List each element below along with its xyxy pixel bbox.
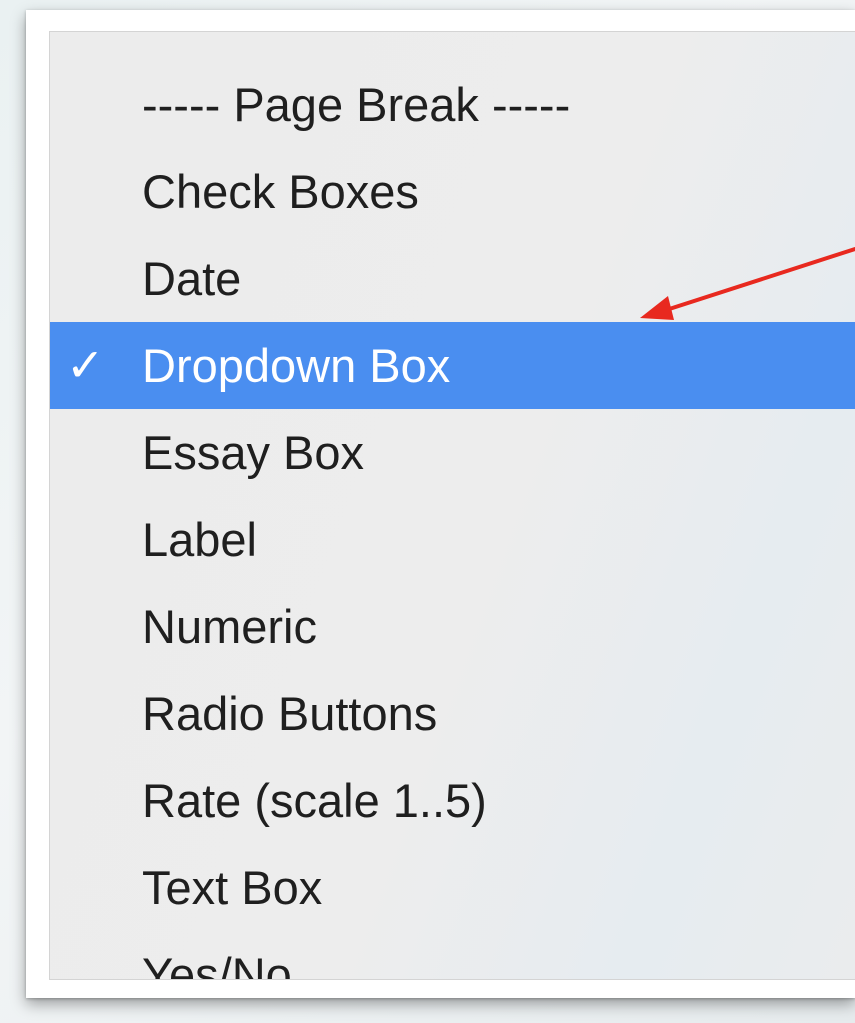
menu-item-label: Rate (scale 1..5) (142, 774, 487, 827)
menu-item-radio-buttons[interactable]: Radio Buttons (50, 670, 855, 757)
dropdown-menu: ----- Page Break ----- Check Boxes Date … (49, 31, 855, 980)
menu-item-essay-box[interactable]: Essay Box (50, 409, 855, 496)
menu-item-yes-no[interactable]: Yes/No (50, 931, 855, 980)
menu-item-numeric[interactable]: Numeric (50, 583, 855, 670)
menu-item-label: Check Boxes (142, 165, 419, 218)
menu-item-label: Text Box (142, 861, 323, 914)
menu-item-label: Numeric (142, 600, 317, 653)
menu-item-rate-scale[interactable]: Rate (scale 1..5) (50, 757, 855, 844)
menu-item-dropdown-box[interactable]: ✓ Dropdown Box (50, 322, 855, 409)
menu-item-label: Dropdown Box (142, 339, 451, 392)
menu-item-label: Yes/No (142, 948, 292, 980)
checkmark-icon: ✓ (66, 339, 105, 391)
menu-item-label: ----- Page Break ----- (142, 78, 571, 131)
menu-item-date[interactable]: Date (50, 235, 855, 322)
menu-item-label-field[interactable]: Label (50, 496, 855, 583)
menu-item-check-boxes[interactable]: Check Boxes (50, 148, 855, 235)
menu-item-text-box[interactable]: Text Box (50, 844, 855, 931)
menu-item-page-break[interactable]: ----- Page Break ----- (50, 61, 855, 148)
menu-item-label: Essay Box (142, 426, 365, 479)
menu-item-label: Label (142, 513, 257, 566)
menu-item-label: Radio Buttons (142, 687, 438, 740)
menu-item-label: Date (142, 252, 242, 305)
menu-list: ----- Page Break ----- Check Boxes Date … (50, 61, 855, 980)
